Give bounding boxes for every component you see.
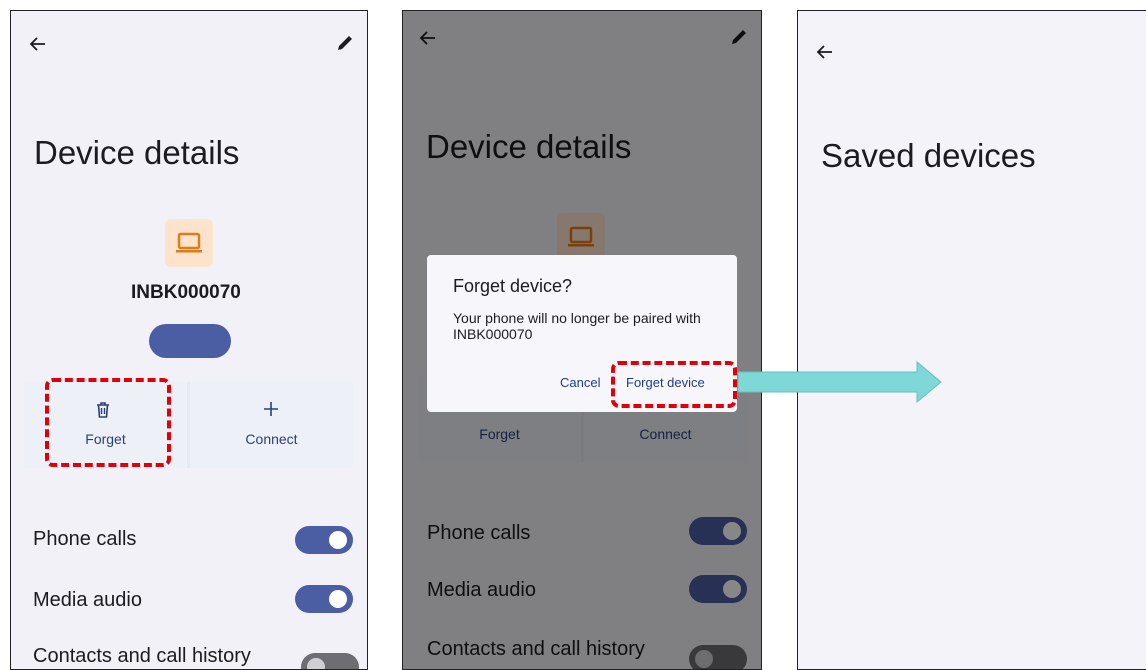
forget-highlight-box <box>45 378 171 467</box>
device-icon-container <box>165 219 213 267</box>
page-title: Saved devices <box>821 137 1036 174</box>
edit-pencil-icon[interactable] <box>335 33 355 53</box>
connect-status-pill[interactable] <box>149 324 231 358</box>
back-arrow-icon[interactable] <box>29 35 47 53</box>
dialog-message: Your phone will no longer be paired with… <box>453 310 701 342</box>
forget-device-dialog: Forget device? Your phone will no longer… <box>427 255 737 412</box>
forget-dialog-screen: Device details Forget Connect Phone call… <box>402 10 762 670</box>
forget-device-highlight-box <box>611 361 737 408</box>
cancel-button[interactable]: Cancel <box>560 375 600 390</box>
saved-devices-screen: Saved devices <box>797 10 1146 670</box>
media-audio-label: Media audio <box>33 589 142 611</box>
connect-button[interactable]: Connect <box>190 382 353 468</box>
contacts-call-history-label: Contacts and call history <box>33 645 251 667</box>
connect-label: Connect <box>245 431 298 447</box>
plus-icon <box>264 402 278 416</box>
laptop-icon <box>176 232 202 253</box>
back-arrow-icon[interactable] <box>816 43 834 61</box>
device-details-screen: Device details INBK000070 Forget Connect… <box>10 10 368 670</box>
toggle-knob <box>329 590 347 608</box>
contacts-call-history-toggle[interactable] <box>301 653 359 669</box>
media-audio-toggle[interactable] <box>295 585 353 613</box>
toggle-knob <box>329 531 347 549</box>
page-title: Device details <box>34 134 240 171</box>
phone-calls-toggle[interactable] <box>295 526 353 554</box>
transition-arrow-icon <box>737 360 942 404</box>
device-name: INBK000070 <box>131 282 241 303</box>
toggle-knob <box>307 658 325 669</box>
phone-calls-label: Phone calls <box>33 528 137 550</box>
dialog-title: Forget device? <box>453 276 573 296</box>
